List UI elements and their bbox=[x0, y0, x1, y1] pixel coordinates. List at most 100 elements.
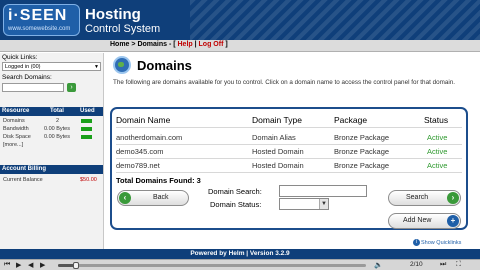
domain-search-label: Domain Search: bbox=[208, 187, 262, 196]
resource-total: 0.00 Bytes bbox=[44, 126, 70, 132]
slide-counter: 2/10 bbox=[410, 261, 423, 268]
row-divider bbox=[116, 172, 462, 173]
domain-name-link[interactable]: anotherdomain.com bbox=[116, 133, 182, 142]
sidebar-search-go-button[interactable]: › bbox=[67, 83, 76, 92]
page-title: Domains bbox=[137, 58, 192, 73]
domain-status-label: Domain Status: bbox=[210, 200, 262, 209]
status-badge: Active bbox=[427, 161, 448, 170]
resource-total: 2 bbox=[56, 118, 60, 124]
sidebar: Quick Links: Logged in (00) ▼ Search Dom… bbox=[0, 53, 104, 249]
domain-package: Bronze Package bbox=[334, 161, 390, 170]
logo-subtext: www.somewebsite.com bbox=[8, 26, 71, 32]
logo-text: i·SEEN bbox=[8, 7, 68, 24]
step-back-icon[interactable]: ◀ bbox=[28, 261, 33, 269]
nav-bracket-close: ] bbox=[223, 41, 228, 48]
domain-type: Hosted Domain bbox=[252, 161, 304, 170]
page-description: The following are domains available for … bbox=[113, 79, 455, 86]
domain-package: Bronze Package bbox=[334, 133, 390, 142]
table-row[interactable]: anotherdomain.com Domain Alias Bronze Pa… bbox=[112, 132, 466, 143]
resource-col-total: Total bbox=[50, 108, 64, 114]
balance-label: Current Balance bbox=[3, 177, 43, 183]
domains-panel: Domain Name Domain Type Package Status a… bbox=[110, 107, 468, 230]
breadcrumb: Home > Domains - [ Help | Log Off ] bbox=[110, 41, 228, 48]
resource-col-used: Used bbox=[80, 108, 95, 114]
col-package[interactable]: Package bbox=[334, 115, 367, 125]
arrow-right-icon: › bbox=[70, 84, 73, 91]
next-slide-icon[interactable]: ⏭ bbox=[440, 261, 446, 269]
domain-package: Bronze Package bbox=[334, 147, 390, 156]
resource-row: Bandwidth 0.00 Bytes bbox=[0, 125, 103, 133]
breadcrumb-domains[interactable]: Domains bbox=[137, 41, 167, 48]
search-domains-label: Search Domains: bbox=[2, 74, 52, 81]
seek-bar[interactable] bbox=[58, 262, 366, 269]
resource-more-link[interactable]: [more...] bbox=[3, 142, 23, 148]
total-domains: Total Domains Found: 3 bbox=[116, 176, 201, 185]
app-header: i·SEEN www.somewebsite.com Hosting Contr… bbox=[0, 0, 480, 40]
usage-bar bbox=[81, 119, 92, 123]
row-divider bbox=[116, 158, 462, 159]
rewind-icon[interactable]: ⏮ bbox=[4, 261, 10, 269]
table-row[interactable]: demo789.net Hosted Domain Bronze Package… bbox=[112, 160, 466, 171]
logoff-link[interactable]: Log Off bbox=[199, 41, 224, 48]
show-quicklinks-label: Show Quicklinks bbox=[421, 239, 462, 246]
brand-subtitle: Control System bbox=[85, 23, 161, 35]
status-badge: Active bbox=[427, 147, 448, 156]
quick-links-select[interactable]: Logged in (00) ▼ bbox=[2, 62, 101, 71]
domain-search-input[interactable] bbox=[279, 185, 367, 197]
info-icon: i bbox=[413, 239, 420, 246]
table-row[interactable]: demo345.com Hosted Domain Bronze Package… bbox=[112, 146, 466, 157]
search-button-label: Search bbox=[406, 194, 429, 201]
video-player-bar: ⏮ ▶ ◀ ▶ 🔈 2/10 ⏭ ⛶ bbox=[0, 259, 480, 270]
col-domain-name[interactable]: Domain Name bbox=[116, 115, 170, 125]
chevron-down-icon: ▼ bbox=[94, 64, 99, 70]
seek-handle[interactable] bbox=[73, 262, 80, 269]
header-divider bbox=[116, 127, 462, 128]
billing-row: Current Balance $50.00 bbox=[0, 176, 103, 184]
search-button[interactable]: Search › bbox=[388, 190, 461, 206]
chevron-down-icon: ▼ bbox=[319, 199, 328, 209]
balance-value: $50.00 bbox=[80, 177, 97, 183]
domain-name-link[interactable]: demo789.net bbox=[116, 161, 160, 170]
quick-links-value: Logged in (00) bbox=[5, 64, 41, 70]
breadcrumb-home[interactable]: Home bbox=[110, 41, 129, 48]
resource-name[interactable]: Domains bbox=[3, 118, 25, 124]
play-icon[interactable]: ▶ bbox=[16, 261, 21, 269]
domain-status-select[interactable]: ▼ bbox=[279, 198, 329, 210]
header-pattern bbox=[190, 0, 480, 40]
domain-type: Domain Alias bbox=[252, 133, 296, 142]
arrow-right-icon: › bbox=[447, 192, 459, 204]
back-button[interactable]: ‹ Back bbox=[117, 190, 189, 206]
show-quicklinks-link[interactable]: i Show Quicklinks bbox=[413, 239, 461, 248]
resource-row: Disk Space 0.00 Bytes bbox=[0, 133, 103, 141]
row-divider bbox=[116, 144, 462, 145]
resource-col-resource: Resource bbox=[2, 108, 30, 114]
plus-icon: + bbox=[447, 215, 459, 227]
globe-icon bbox=[113, 56, 131, 74]
resource-name[interactable]: Bandwidth bbox=[3, 126, 29, 132]
add-new-button[interactable]: Add New + bbox=[388, 213, 461, 229]
add-new-button-label: Add New bbox=[403, 217, 432, 224]
col-domain-type[interactable]: Domain Type bbox=[252, 115, 302, 125]
help-link[interactable]: Help bbox=[178, 41, 193, 48]
arrow-left-icon: ‹ bbox=[119, 192, 131, 204]
brand-title: Hosting bbox=[85, 6, 141, 23]
quick-links-label: Quick Links: bbox=[2, 54, 38, 61]
usage-bar bbox=[81, 127, 92, 131]
brand-logo[interactable]: i·SEEN www.somewebsite.com bbox=[3, 4, 80, 36]
usage-bar bbox=[81, 135, 92, 139]
nav-bar: Home > Domains - [ Help | Log Off ] bbox=[0, 40, 480, 52]
status-badge: Active bbox=[427, 133, 448, 142]
resource-row: [more...] bbox=[0, 141, 103, 149]
resource-name[interactable]: Disk Space bbox=[3, 134, 31, 140]
sidebar-search-input[interactable] bbox=[2, 83, 64, 92]
volume-icon[interactable]: 🔈 bbox=[374, 261, 383, 269]
billing-header: Account Billing bbox=[0, 165, 103, 174]
step-forward-icon[interactable]: ▶ bbox=[40, 261, 45, 269]
resource-total: 0.00 Bytes bbox=[44, 134, 70, 140]
fullscreen-icon[interactable]: ⛶ bbox=[456, 261, 461, 269]
resource-row: Domains 2 bbox=[0, 117, 103, 125]
domain-name-link[interactable]: demo345.com bbox=[116, 147, 164, 156]
domain-type: Hosted Domain bbox=[252, 147, 304, 156]
col-status[interactable]: Status bbox=[424, 115, 448, 125]
footer: Powered by Helm | Version 3.2.9 bbox=[0, 249, 480, 259]
